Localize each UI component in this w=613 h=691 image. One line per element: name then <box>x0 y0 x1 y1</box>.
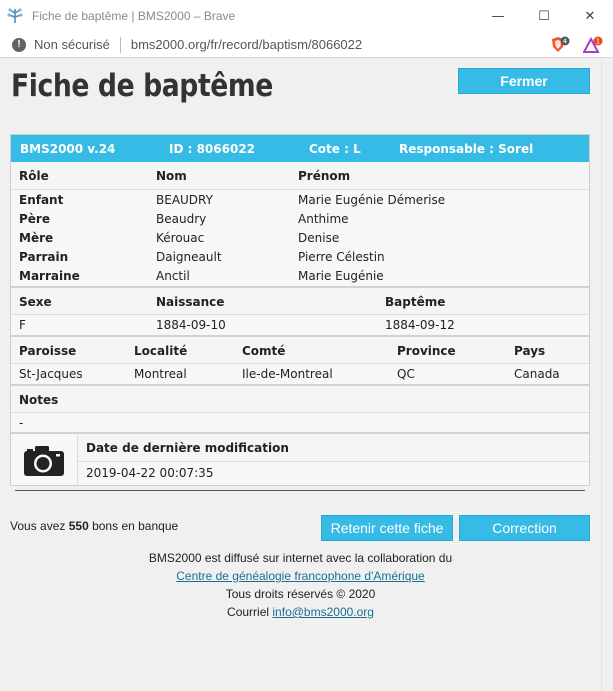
person-nom: Beaudry <box>156 212 207 226</box>
minimize-button[interactable]: — <box>475 0 521 32</box>
header-comte: Comté <box>242 344 286 358</box>
bank-count: 550 <box>68 519 89 533</box>
window-titlebar: Fiche de baptême | BMS2000 – Brave — ☐ ✕ <box>0 0 613 32</box>
header-paroisse: Paroisse <box>19 344 77 358</box>
event-row: F 1884-09-10 1884-09-12 <box>11 314 589 335</box>
person-role: Mère <box>19 231 54 245</box>
modified-row: 2019-04-22 00:07:35 <box>78 461 589 485</box>
bank-suffix: bons en banque <box>88 519 179 533</box>
brave-rewards-icon[interactable]: 1 <box>582 36 603 54</box>
header-naissance: Naissance <box>156 295 225 309</box>
person-role: Marraine <box>19 269 80 283</box>
person-nom: Anctil <box>156 269 190 283</box>
bank-prefix: Vous avez <box>10 519 69 533</box>
content-divider <box>15 490 585 491</box>
url-text[interactable]: bms2000.org/fr/record/baptism/8066022 <box>131 37 362 52</box>
shield-count: 4 <box>563 38 568 46</box>
notes-header: Notes <box>11 384 589 412</box>
person-role: Parrain <box>19 250 69 264</box>
modified-value: 2019-04-22 00:07:35 <box>86 466 214 480</box>
brave-shield-icon[interactable]: 4 <box>550 36 570 54</box>
keep-record-button[interactable]: Retenir cette fiche <box>321 515 453 541</box>
footer-line1: BMS2000 est diffusé sur internet avec la… <box>148 551 453 565</box>
footer-rights: Tous droits réservés © 2020 <box>225 587 376 601</box>
person-prenom: Anthime <box>298 212 349 226</box>
person-role: Enfant <box>19 193 64 207</box>
persons-table: Enfant BEAUDRY Marie Eugénie Démerise Pè… <box>11 189 589 286</box>
correction-button[interactable]: Correction <box>459 515 590 541</box>
email-prefix: Courriel <box>227 605 273 619</box>
place-comte: Ile-de-Montreal <box>242 367 333 381</box>
header-nom: Nom <box>156 169 187 183</box>
record-card: BMS2000 v.24 ID : 8066022 Cote : L Respo… <box>10 134 590 487</box>
person-role: Père <box>19 212 50 226</box>
cgfa-link[interactable]: Centre de généalogie francophone d'Améri… <box>176 569 424 583</box>
header-localite: Localité <box>134 344 188 358</box>
page-content: Fiche de baptême Fermer BMS2000 v.24 ID … <box>0 59 601 691</box>
person-nom: Daigneault <box>156 250 222 264</box>
not-secure-warning-icon[interactable]: ! <box>12 37 26 52</box>
record-cote: Cote : L <box>309 142 361 156</box>
header-bapteme: Baptême <box>385 295 446 309</box>
header-province: Province <box>397 344 456 358</box>
header-pays: Pays <box>514 344 546 358</box>
person-prenom: Marie Eugénie <box>298 269 384 283</box>
person-nom: Kérouac <box>156 231 205 245</box>
notes-row: - <box>11 412 589 432</box>
page-scrollbar[interactable] <box>601 59 613 691</box>
place-paroisse: St-Jacques <box>19 367 83 381</box>
window-title: Fiche de baptême | BMS2000 – Brave <box>32 9 236 23</box>
site-favicon-icon <box>4 5 26 27</box>
camera-box[interactable] <box>11 434 78 487</box>
page-title: Fiche de baptême <box>11 68 273 104</box>
person-nom: BEAUDRY <box>156 193 213 207</box>
maximize-button[interactable]: ☐ <box>521 0 567 32</box>
email-link[interactable]: info@bms2000.org <box>272 605 374 619</box>
rewards-count: 1 <box>596 38 600 46</box>
footer-link-line: Centre de généalogie francophone d'Améri… <box>0 569 601 583</box>
person-prenom: Marie Eugénie Démerise <box>298 193 446 207</box>
event-naissance: 1884-09-10 <box>156 318 226 332</box>
event-bapteme: 1884-09-12 <box>385 318 455 332</box>
header-modified: Date de dernière modification <box>86 441 289 455</box>
record-header: BMS2000 v.24 ID : 8066022 Cote : L Respo… <box>11 135 589 162</box>
place-localite: Montreal <box>134 367 187 381</box>
persons-header: Rôle Nom Prénom <box>11 162 589 189</box>
event-header: Sexe Naissance Baptême <box>11 286 589 314</box>
modified-section: Date de dernière modification 2019-04-22… <box>11 432 589 487</box>
place-province: QC <box>397 367 415 381</box>
person-prenom: Denise <box>298 231 340 245</box>
record-version: BMS2000 v.24 <box>20 142 116 156</box>
address-separator <box>119 36 121 53</box>
address-bar[interactable]: ! Non sécurisé bms2000.org/fr/record/bap… <box>0 32 613 58</box>
place-row: St-Jacques Montreal Ile-de-Montreal QC C… <box>11 363 589 384</box>
header-notes: Notes <box>19 393 59 407</box>
modified-header: Date de dernière modification <box>78 434 589 461</box>
place-pays: Canada <box>514 367 560 381</box>
record-responsible: Responsable : Sorel <box>399 142 534 156</box>
window-close-button[interactable]: ✕ <box>567 0 613 32</box>
event-sexe: F <box>19 318 26 332</box>
close-button[interactable]: Fermer <box>458 68 590 94</box>
place-header: Paroisse Localité Comté Province Pays <box>11 335 589 363</box>
bank-balance: Vous avez 550 bons en banque <box>10 519 178 533</box>
person-prenom: Pierre Célestin <box>298 250 385 264</box>
header-sexe: Sexe <box>19 295 52 309</box>
security-status[interactable]: Non sécurisé <box>34 37 110 52</box>
header-prenom: Prénom <box>298 169 351 183</box>
camera-icon[interactable] <box>23 445 65 477</box>
notes-value: - <box>19 416 24 430</box>
header-role: Rôle <box>19 169 49 183</box>
footer-email-line: Courriel info@bms2000.org <box>0 605 601 619</box>
record-id: ID : 8066022 <box>169 142 256 156</box>
